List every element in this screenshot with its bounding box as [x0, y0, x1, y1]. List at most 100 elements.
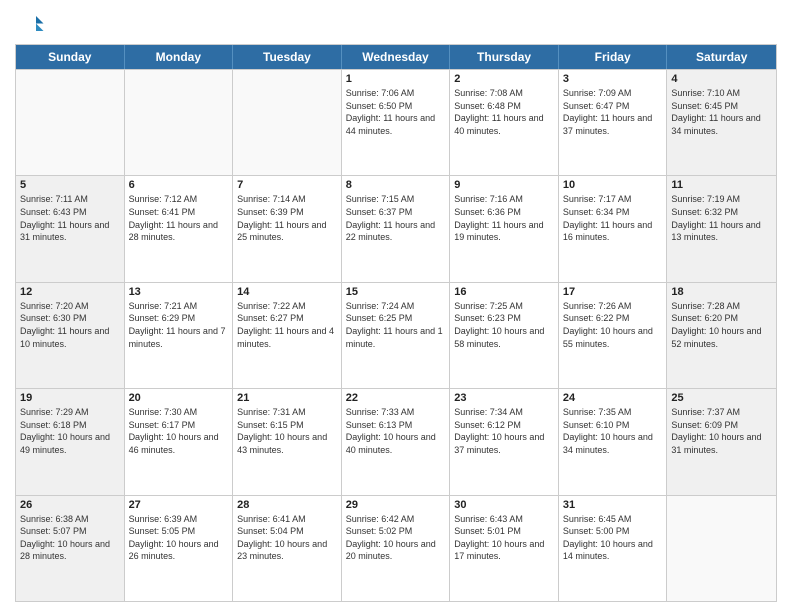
calendar-cell-4-3: 21 Sunrise: 7:31 AM Sunset: 6:15 PM Dayli… [233, 389, 342, 494]
day-number: 5 [20, 179, 120, 191]
day-info: Sunrise: 7:29 AM Sunset: 6:18 PM Dayligh… [20, 406, 120, 456]
day-info: Sunrise: 7:15 AM Sunset: 6:37 PM Dayligh… [346, 193, 446, 243]
cal-header-thursday: Thursday [450, 45, 559, 69]
calendar-cell-5-7 [667, 496, 776, 601]
day-number: 19 [20, 392, 120, 404]
calendar-cell-3-2: 13 Sunrise: 7:21 AM Sunset: 6:29 PM Dayli… [125, 283, 234, 388]
day-number: 12 [20, 286, 120, 298]
day-info: Sunrise: 7:06 AM Sunset: 6:50 PM Dayligh… [346, 87, 446, 137]
calendar-cell-4-4: 22 Sunrise: 7:33 AM Sunset: 6:13 PM Dayli… [342, 389, 451, 494]
day-info: Sunrise: 7:26 AM Sunset: 6:22 PM Dayligh… [563, 300, 663, 350]
calendar-cell-5-4: 29 Sunrise: 6:42 AM Sunset: 5:02 PM Dayli… [342, 496, 451, 601]
day-number: 1 [346, 73, 446, 85]
calendar-cell-5-2: 27Sunrise: 6:39 AM Sunset: 5:05 PM Dayli… [125, 496, 234, 601]
day-info: Sunrise: 7:30 AM Sunset: 6:17 PM Dayligh… [129, 406, 229, 456]
calendar-cell-3-3: 14 Sunrise: 7:22 AM Sunset: 6:27 PM Dayli… [233, 283, 342, 388]
calendar-cell-3-6: 17 Sunrise: 7:26 AM Sunset: 6:22 PM Dayli… [559, 283, 668, 388]
calendar-week-1: 1 Sunrise: 7:06 AM Sunset: 6:50 PM Daylig… [16, 69, 776, 175]
calendar-cell-4-2: 20 Sunrise: 7:30 AM Sunset: 6:17 PM Dayli… [125, 389, 234, 494]
calendar-cell-1-2 [125, 70, 234, 175]
cal-header-friday: Friday [559, 45, 668, 69]
day-number: 9 [454, 179, 554, 191]
cal-header-monday: Monday [125, 45, 234, 69]
day-number: 22 [346, 392, 446, 404]
calendar-week-4: 19 Sunrise: 7:29 AM Sunset: 6:18 PM Dayli… [16, 388, 776, 494]
calendar-cell-1-1 [16, 70, 125, 175]
calendar-week-5: 26 Sunrise: 6:38 AM Sunset: 5:07 PM Dayli… [16, 495, 776, 601]
day-info: Sunrise: 7:17 AM Sunset: 6:34 PM Dayligh… [563, 193, 663, 243]
day-number: 4 [671, 73, 772, 85]
day-info: Sunrise: 7:33 AM Sunset: 6:13 PM Dayligh… [346, 406, 446, 456]
day-info: Sunrise: 7:24 AM Sunset: 6:25 PM Dayligh… [346, 300, 446, 350]
logo-icon [15, 10, 45, 40]
cal-header-wednesday: Wednesday [342, 45, 451, 69]
day-info: Sunrise: 7:08 AM Sunset: 6:48 PM Dayligh… [454, 87, 554, 137]
cal-header-sunday: Sunday [16, 45, 125, 69]
calendar-cell-4-5: 23Sunrise: 7:34 AM Sunset: 6:12 PM Dayli… [450, 389, 559, 494]
day-number: 27 [129, 499, 229, 511]
day-info: Sunrise: 7:31 AM Sunset: 6:15 PM Dayligh… [237, 406, 337, 456]
day-info: Sunrise: 7:20 AM Sunset: 6:30 PM Dayligh… [20, 300, 120, 350]
day-info: Sunrise: 7:16 AM Sunset: 6:36 PM Dayligh… [454, 193, 554, 243]
day-info: Sunrise: 7:09 AM Sunset: 6:47 PM Dayligh… [563, 87, 663, 137]
day-number: 6 [129, 179, 229, 191]
day-info: Sunrise: 7:28 AM Sunset: 6:20 PM Dayligh… [671, 300, 772, 350]
calendar-cell-3-4: 15 Sunrise: 7:24 AM Sunset: 6:25 PM Dayli… [342, 283, 451, 388]
day-number: 7 [237, 179, 337, 191]
day-number: 8 [346, 179, 446, 191]
day-number: 25 [671, 392, 772, 404]
day-info: Sunrise: 6:45 AM Sunset: 5:00 PM Dayligh… [563, 513, 663, 563]
day-number: 29 [346, 499, 446, 511]
day-number: 28 [237, 499, 337, 511]
day-info: Sunrise: 6:42 AM Sunset: 5:02 PM Dayligh… [346, 513, 446, 563]
day-info: Sunrise: 6:43 AM Sunset: 5:01 PM Dayligh… [454, 513, 554, 563]
calendar-week-2: 5 Sunrise: 7:11 AM Sunset: 6:43 PM Daylig… [16, 175, 776, 281]
calendar-cell-3-5: 16Sunrise: 7:25 AM Sunset: 6:23 PM Dayli… [450, 283, 559, 388]
calendar-cell-2-4: 8 Sunrise: 7:15 AM Sunset: 6:37 PM Daylig… [342, 176, 451, 281]
day-number: 3 [563, 73, 663, 85]
calendar-cell-4-1: 19 Sunrise: 7:29 AM Sunset: 6:18 PM Dayli… [16, 389, 125, 494]
day-info: Sunrise: 7:21 AM Sunset: 6:29 PM Dayligh… [129, 300, 229, 350]
day-number: 24 [563, 392, 663, 404]
calendar-cell-5-1: 26 Sunrise: 6:38 AM Sunset: 5:07 PM Dayli… [16, 496, 125, 601]
day-info: Sunrise: 7:34 AM Sunset: 6:12 PM Dayligh… [454, 406, 554, 456]
calendar-cell-2-1: 5 Sunrise: 7:11 AM Sunset: 6:43 PM Daylig… [16, 176, 125, 281]
day-number: 15 [346, 286, 446, 298]
day-info: Sunrise: 7:14 AM Sunset: 6:39 PM Dayligh… [237, 193, 337, 243]
day-number: 16 [454, 286, 554, 298]
calendar-cell-2-7: 11Sunrise: 7:19 AM Sunset: 6:32 PM Dayli… [667, 176, 776, 281]
day-number: 14 [237, 286, 337, 298]
day-info: Sunrise: 7:22 AM Sunset: 6:27 PM Dayligh… [237, 300, 337, 350]
calendar-cell-2-5: 9 Sunrise: 7:16 AM Sunset: 6:36 PM Daylig… [450, 176, 559, 281]
day-number: 21 [237, 392, 337, 404]
calendar-cell-2-6: 10 Sunrise: 7:17 AM Sunset: 6:34 PM Dayli… [559, 176, 668, 281]
day-number: 20 [129, 392, 229, 404]
calendar-cell-4-7: 25 Sunrise: 7:37 AM Sunset: 6:09 PM Dayli… [667, 389, 776, 494]
day-number: 31 [563, 499, 663, 511]
day-number: 13 [129, 286, 229, 298]
calendar-cell-1-5: 2 Sunrise: 7:08 AM Sunset: 6:48 PM Daylig… [450, 70, 559, 175]
day-number: 10 [563, 179, 663, 191]
day-info: Sunrise: 7:19 AM Sunset: 6:32 PM Dayligh… [671, 193, 772, 243]
calendar-cell-4-6: 24Sunrise: 7:35 AM Sunset: 6:10 PM Dayli… [559, 389, 668, 494]
day-number: 2 [454, 73, 554, 85]
calendar-cell-1-3 [233, 70, 342, 175]
calendar-header-row: SundayMondayTuesdayWednesdayThursdayFrid… [16, 45, 776, 69]
header [15, 10, 777, 40]
day-info: Sunrise: 7:37 AM Sunset: 6:09 PM Dayligh… [671, 406, 772, 456]
calendar: SundayMondayTuesdayWednesdayThursdayFrid… [15, 44, 777, 602]
logo [15, 10, 47, 40]
calendar-cell-1-7: 4 Sunrise: 7:10 AM Sunset: 6:45 PM Daylig… [667, 70, 776, 175]
day-info: Sunrise: 7:12 AM Sunset: 6:41 PM Dayligh… [129, 193, 229, 243]
day-number: 26 [20, 499, 120, 511]
calendar-week-3: 12 Sunrise: 7:20 AM Sunset: 6:30 PM Dayli… [16, 282, 776, 388]
day-info: Sunrise: 7:10 AM Sunset: 6:45 PM Dayligh… [671, 87, 772, 137]
page: SundayMondayTuesdayWednesdayThursdayFrid… [0, 0, 792, 612]
calendar-cell-1-4: 1 Sunrise: 7:06 AM Sunset: 6:50 PM Daylig… [342, 70, 451, 175]
day-number: 17 [563, 286, 663, 298]
calendar-cell-2-2: 6 Sunrise: 7:12 AM Sunset: 6:41 PM Daylig… [125, 176, 234, 281]
day-info: Sunrise: 7:11 AM Sunset: 6:43 PM Dayligh… [20, 193, 120, 243]
calendar-cell-1-6: 3 Sunrise: 7:09 AM Sunset: 6:47 PM Daylig… [559, 70, 668, 175]
day-info: Sunrise: 6:38 AM Sunset: 5:07 PM Dayligh… [20, 513, 120, 563]
day-number: 30 [454, 499, 554, 511]
